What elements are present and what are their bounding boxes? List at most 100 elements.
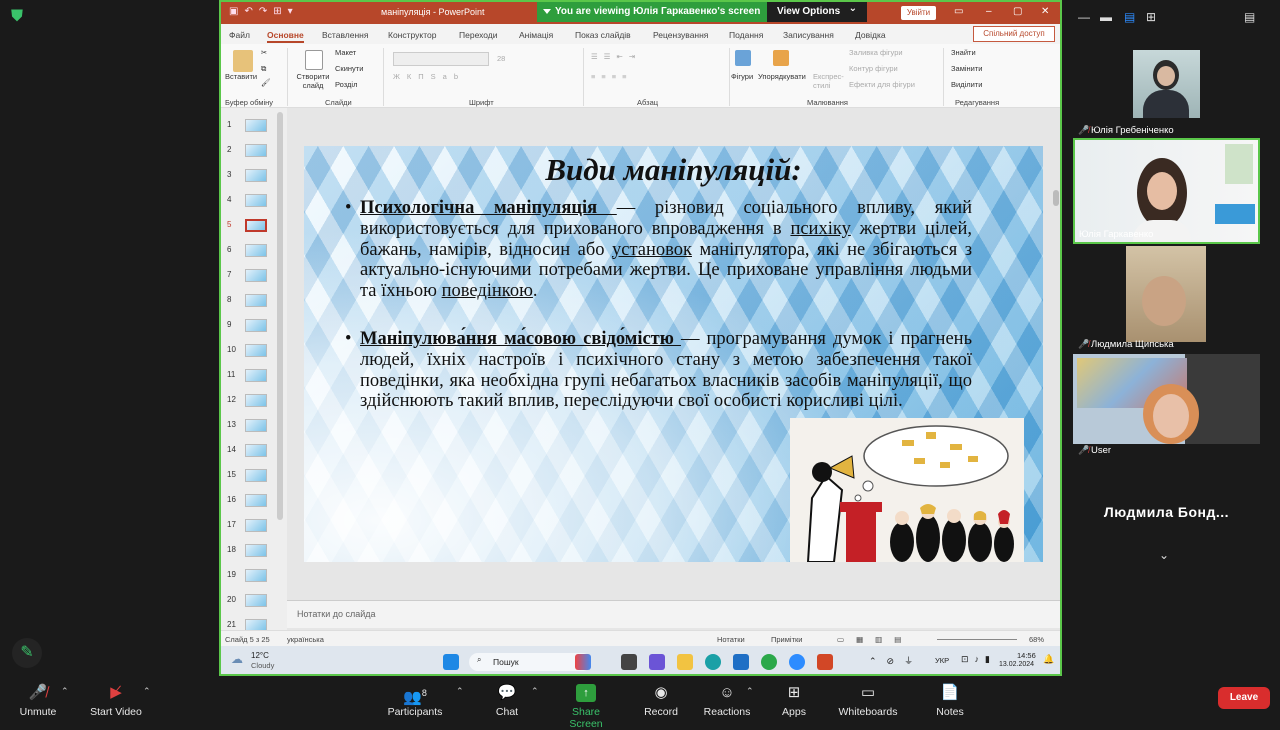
gallery-view-icon[interactable]: ▤	[1124, 10, 1135, 24]
participants-button[interactable]: 👥8 Participants	[384, 684, 446, 718]
tab-review[interactable]: Рецензування	[653, 30, 708, 40]
whiteboards-button[interactable]: ▭ Whiteboards	[836, 684, 900, 718]
comments-toggle[interactable]: Примітки	[771, 635, 802, 644]
weather-temp[interactable]: 12°C	[251, 651, 269, 660]
taskbar-search[interactable]: ⌕ Пошук	[469, 653, 591, 671]
link-psyche[interactable]: психіку	[790, 219, 850, 239]
thumbnail-20[interactable]: 20	[227, 591, 287, 611]
link-attitudes[interactable]: установок	[612, 240, 692, 260]
tab-insert[interactable]: Вставлення	[322, 30, 368, 40]
powerpoint-icon[interactable]	[817, 654, 833, 670]
start-video-button[interactable]: ▶̸ Start Video	[86, 684, 146, 718]
store-icon[interactable]	[733, 654, 749, 670]
thumbnail-scrollbar[interactable]	[277, 112, 283, 520]
section-button[interactable]: Розділ	[335, 80, 357, 89]
tab-slideshow[interactable]: Показ слайдів	[575, 30, 631, 40]
notes-toggle[interactable]: Нотатки	[717, 635, 745, 644]
audio-options-chevron-icon[interactable]: ⌃	[61, 686, 69, 697]
chrome-icon[interactable]	[761, 654, 777, 670]
speaker-view-icon[interactable]: ▬	[1100, 10, 1112, 24]
video-options-chevron-icon[interactable]: ⌃	[143, 686, 151, 697]
find-button[interactable]: Знайти	[951, 48, 976, 57]
thumbnail-19[interactable]: 19	[227, 566, 287, 586]
shapes-button[interactable]: Фігури	[731, 72, 753, 81]
ribbon-display-icon[interactable]: ▭	[954, 6, 963, 17]
view-options-button[interactable]: View Options	[767, 2, 867, 22]
apps-button[interactable]: ⊞ Apps	[778, 684, 810, 718]
unmute-button[interactable]: 🎤̸ Unmute	[16, 684, 60, 718]
minimize-icon[interactable]: –	[986, 6, 992, 17]
layout-button[interactable]: Макет	[335, 48, 356, 57]
copilot-icon[interactable]	[575, 654, 591, 670]
minimize-panel-icon[interactable]: —	[1078, 10, 1090, 24]
align-icons[interactable]: ≡≡≡≡	[591, 72, 633, 81]
tray-icons[interactable]: ⌃⊘⏚	[869, 654, 923, 667]
font-format-icons[interactable]: ЖКПSab	[393, 72, 465, 81]
shapes-icon[interactable]	[735, 50, 751, 66]
task-view-icon[interactable]	[621, 654, 637, 670]
participant-tile-no-video[interactable]: Людмила Бонд... ⌄	[1073, 472, 1260, 568]
sign-in-button[interactable]: Увійти	[901, 6, 936, 20]
input-language[interactable]: УКР	[935, 656, 949, 665]
slide-thumbnails[interactable]: 1 2 3 4 5 6 7 8 9 10 11 12 13 14 15 16 1…	[221, 108, 287, 632]
participants-chevron-icon[interactable]: ⌃	[456, 686, 464, 697]
participant-tile[interactable]: 🎤̸ Людмила Щипська	[1073, 246, 1260, 352]
arrange-icon[interactable]	[773, 50, 789, 66]
tab-transitions[interactable]: Переходи	[459, 30, 498, 40]
share-button[interactable]: Спільний доступ	[973, 26, 1055, 42]
format-painter-icon[interactable]: 🖌	[261, 78, 271, 87]
reset-button[interactable]: Скинути	[335, 64, 363, 73]
file-explorer-icon[interactable]	[677, 654, 693, 670]
close-icon[interactable]: ✕	[1041, 6, 1049, 17]
view-mode-icons[interactable]: ▭▦▥▤	[837, 635, 913, 644]
link-behavior[interactable]: поведінкою	[442, 281, 533, 301]
paragraph-list-icons[interactable]: ☰☰⇤⇥	[591, 52, 641, 61]
chat-button[interactable]: 💬 Chat	[488, 684, 526, 718]
notes-pane[interactable]: Нотатки до слайда	[287, 600, 1060, 628]
language-status[interactable]: українська	[287, 635, 324, 644]
tab-animations[interactable]: Анімація	[519, 30, 553, 40]
zoom-app-icon[interactable]	[789, 654, 805, 670]
shape-effects-button[interactable]: Ефекти для фігури	[849, 80, 915, 89]
font-size-box[interactable]: 28	[497, 54, 505, 63]
participant-tile[interactable]: 🎤̸ User	[1073, 354, 1260, 458]
participant-tile-active[interactable]: Юлія Гаркавенко	[1073, 138, 1260, 244]
reactions-button[interactable]: ☺ Reactions	[702, 684, 752, 718]
tab-design[interactable]: Конструктор	[388, 30, 436, 40]
shape-fill-button[interactable]: Заливка фігури	[849, 48, 903, 57]
leave-button[interactable]: Leave	[1218, 687, 1270, 709]
tab-view[interactable]: Подання	[729, 30, 763, 40]
maximize-icon[interactable]: ▢	[1013, 6, 1022, 17]
security-shield-icon[interactable]: ⛊	[8, 8, 26, 26]
view-options-icon[interactable]: ▤	[1244, 10, 1255, 24]
shape-outline-button[interactable]: Контур фігури	[849, 64, 898, 73]
share-screen-button[interactable]: ↑ Share Screen	[554, 684, 618, 730]
notes-button[interactable]: 📄 Notes	[932, 684, 968, 718]
chat-app-icon[interactable]	[649, 654, 665, 670]
participant-tile[interactable]: 🎤̸ Юлія Гребеніченко	[1073, 50, 1260, 138]
grid-view-icon[interactable]: ⊞	[1146, 10, 1156, 24]
paste-icon[interactable]	[233, 50, 253, 72]
tab-file[interactable]: Файл	[229, 30, 250, 40]
clock-time[interactable]: 14:56	[1017, 651, 1036, 660]
edge-icon[interactable]	[705, 654, 721, 670]
current-slide[interactable]: Види маніпуляцій: • Психологічна маніпул…	[304, 146, 1043, 562]
select-button[interactable]: Виділити	[951, 80, 982, 89]
font-name-box[interactable]	[393, 52, 489, 66]
arrange-button[interactable]: Упорядкувати	[758, 72, 806, 81]
annotate-pencil-icon[interactable]: ✎	[12, 638, 42, 668]
zoom-level[interactable]: 68%	[1029, 635, 1044, 644]
replace-button[interactable]: Замінити	[951, 64, 982, 73]
thumbnail-18[interactable]: 18	[227, 541, 287, 561]
start-icon[interactable]	[443, 654, 459, 670]
notification-icon[interactable]: 🔔	[1043, 654, 1054, 665]
quick-access-icons[interactable]: ▣↶↷⊞▾	[229, 6, 299, 17]
tab-help[interactable]: Довідка	[855, 30, 886, 40]
scroll-down-icon[interactable]: ⌄	[1159, 548, 1169, 562]
cut-icon[interactable]: ✂	[261, 48, 267, 57]
new-slide-icon[interactable]	[305, 50, 323, 70]
new-slide-button[interactable]: Створити слайд	[295, 72, 331, 90]
zoom-slider[interactable]	[937, 639, 1017, 640]
record-button[interactable]: ◉ Record	[640, 684, 682, 718]
tab-recording[interactable]: Записування	[783, 30, 834, 40]
